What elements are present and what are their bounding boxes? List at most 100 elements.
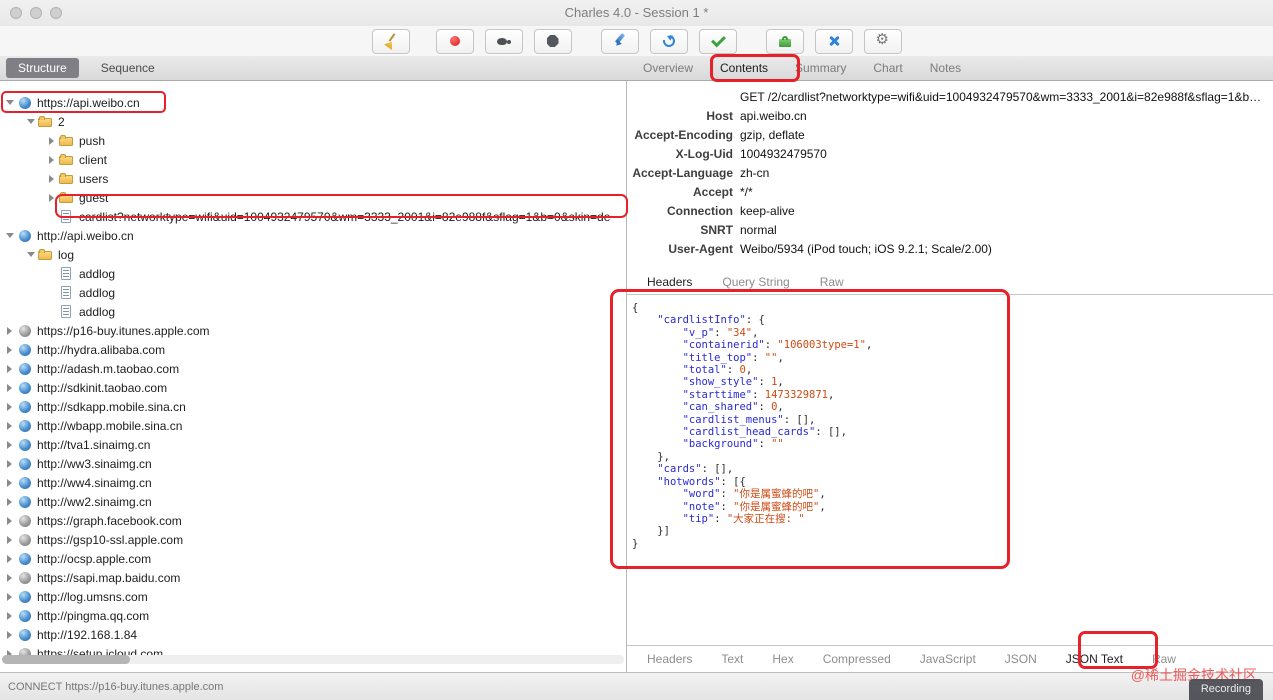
json-line: "containerid": "106003type=1", xyxy=(632,339,1273,351)
tree-row[interactable]: cardlist?networktype=wifi&uid=1004932479… xyxy=(0,207,626,226)
expander-closed-icon[interactable] xyxy=(4,606,17,625)
json-punct: } xyxy=(632,537,639,550)
tree-row[interactable]: http://ww3.sinaimg.cn xyxy=(0,454,626,473)
globe-blue-icon xyxy=(17,95,32,110)
tree-row[interactable]: http://tva1.sinaimg.cn xyxy=(0,435,626,454)
tree-row[interactable]: users xyxy=(0,169,626,188)
response-body: { "cardlistInfo": { "v_p": "34", "contai… xyxy=(627,295,1273,645)
expander-closed-icon[interactable] xyxy=(4,473,17,492)
tree-row[interactable]: https://sapi.map.baidu.com xyxy=(0,568,626,587)
tree-row[interactable]: https://p16-buy.itunes.apple.com xyxy=(0,321,626,340)
json-line: "starttime": 1473329871, xyxy=(632,389,1273,401)
tree-row[interactable]: http://sdkapp.mobile.sina.cn xyxy=(0,397,626,416)
tab-text[interactable]: Text xyxy=(721,652,743,666)
tab-headers[interactable]: Headers xyxy=(647,652,692,666)
tab-raw[interactable]: Raw xyxy=(820,275,844,289)
tree-row[interactable]: addlog xyxy=(0,302,626,321)
tree-row[interactable]: http://ocsp.apple.com xyxy=(0,549,626,568)
expander-closed-icon[interactable] xyxy=(4,397,17,416)
expander-closed-icon[interactable] xyxy=(46,188,59,207)
json-key: "cardlist_menus" xyxy=(682,413,784,426)
expander-closed-icon[interactable] xyxy=(4,321,17,340)
expander-closed-icon[interactable] xyxy=(4,549,17,568)
tree-row[interactable]: https://api.weibo.cn xyxy=(0,93,626,112)
tree-row[interactable]: http://wbapp.mobile.sina.cn xyxy=(0,416,626,435)
tree-row[interactable]: client xyxy=(0,150,626,169)
tab-json-text[interactable]: JSON Text xyxy=(1066,652,1123,666)
expander-closed-icon[interactable] xyxy=(4,454,17,473)
json-key: "hotwords" xyxy=(657,475,721,488)
throttle-button[interactable] xyxy=(484,28,523,54)
tab-raw[interactable]: Raw xyxy=(1152,652,1176,666)
expander-open-icon[interactable] xyxy=(25,245,38,264)
zoom-button[interactable] xyxy=(50,7,62,19)
header-name: Host xyxy=(706,108,733,123)
expander-open-icon[interactable] xyxy=(25,112,38,131)
tab-hex[interactable]: Hex xyxy=(772,652,793,666)
tools-button[interactable] xyxy=(765,28,804,54)
expander-closed-icon[interactable] xyxy=(4,378,17,397)
expander-closed-icon[interactable] xyxy=(4,568,17,587)
expander-closed-icon[interactable] xyxy=(4,587,17,606)
repeat-button[interactable] xyxy=(649,28,688,54)
tree-row[interactable]: guest xyxy=(0,188,626,207)
close-button[interactable] xyxy=(10,7,22,19)
tab-sequence[interactable]: Sequence xyxy=(89,58,167,78)
tree-row[interactable]: http://ww2.sinaimg.cn xyxy=(0,492,626,511)
tab-overview[interactable]: Overview xyxy=(643,61,693,75)
breakpoints-button[interactable] xyxy=(533,28,572,54)
tree-row[interactable]: https://graph.facebook.com xyxy=(0,511,626,530)
tab-contents[interactable]: Contents xyxy=(720,61,768,75)
expander-closed-icon[interactable] xyxy=(4,359,17,378)
tab-summary[interactable]: Summary xyxy=(795,61,846,75)
compose-button[interactable] xyxy=(600,28,639,54)
expander-open-icon[interactable] xyxy=(4,226,17,245)
minimize-button[interactable] xyxy=(30,7,42,19)
validate-button[interactable] xyxy=(698,28,737,54)
expander-closed-icon[interactable] xyxy=(4,625,17,644)
tree-row[interactable]: http://sdkinit.taobao.com xyxy=(0,378,626,397)
tree-row[interactable]: log xyxy=(0,245,626,264)
tab-chart[interactable]: Chart xyxy=(873,61,902,75)
expander-closed-icon[interactable] xyxy=(4,340,17,359)
tab-headers[interactable]: Headers xyxy=(647,275,692,289)
tree-row[interactable]: http://ww4.sinaimg.cn xyxy=(0,473,626,492)
status-text: CONNECT https://p16-buy.itunes.apple.com xyxy=(8,680,224,693)
tab-javascript[interactable]: JavaScript xyxy=(920,652,976,666)
expander-closed-icon[interactable] xyxy=(4,492,17,511)
tab-json[interactable]: JSON xyxy=(1005,652,1037,666)
expander-open-icon[interactable] xyxy=(4,93,17,112)
expander-closed-icon[interactable] xyxy=(4,530,17,549)
expander-closed-icon[interactable] xyxy=(46,150,59,169)
tab-notes[interactable]: Notes xyxy=(930,61,961,75)
tree-row[interactable]: https://gsp10-ssl.apple.com xyxy=(0,530,626,549)
tree-row[interactable]: http://adash.m.taobao.com xyxy=(0,359,626,378)
expander-closed-icon[interactable] xyxy=(4,416,17,435)
tree-row[interactable]: addlog xyxy=(0,264,626,283)
json-punct xyxy=(632,513,683,525)
tree-row[interactable]: http://api.weibo.cn xyxy=(0,226,626,245)
tree-row[interactable]: push xyxy=(0,131,626,150)
external-tools-button[interactable] xyxy=(814,28,853,54)
tree-row[interactable]: http://192.168.1.84 xyxy=(0,625,626,644)
expander-closed-icon[interactable] xyxy=(4,511,17,530)
tab-query-string[interactable]: Query String xyxy=(722,275,789,289)
expander-closed-icon[interactable] xyxy=(46,169,59,188)
expander-closed-icon[interactable] xyxy=(4,435,17,454)
record-button[interactable] xyxy=(435,28,474,54)
tab-structure[interactable]: Structure xyxy=(6,58,79,78)
tree-row[interactable]: http://pingma.qq.com xyxy=(0,606,626,625)
json-key: "cardlistInfo" xyxy=(657,314,746,327)
scrollbar-thumb[interactable] xyxy=(2,655,130,664)
horizontal-scrollbar[interactable] xyxy=(2,655,624,664)
tree-row[interactable]: http://hydra.alibaba.com xyxy=(0,340,626,359)
settings-button[interactable] xyxy=(863,28,902,54)
broom-icon xyxy=(383,33,399,49)
json-line: "can_shared": 0, xyxy=(632,401,1273,413)
tree-row[interactable]: http://log.umsns.com xyxy=(0,587,626,606)
tree-row[interactable]: 2 xyxy=(0,112,626,131)
tree-row[interactable]: addlog xyxy=(0,283,626,302)
clear-session-button[interactable] xyxy=(371,28,410,54)
expander-closed-icon[interactable] xyxy=(46,131,59,150)
tab-compressed[interactable]: Compressed xyxy=(823,652,891,666)
